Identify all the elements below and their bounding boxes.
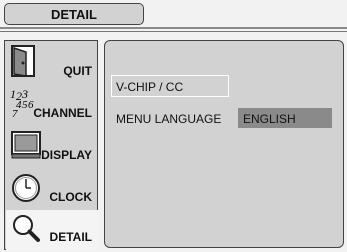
sidebar-item-clock[interactable]: CLOCK [6, 168, 98, 210]
vchip-cc-menu-item[interactable]: V-CHIP / CC [116, 80, 183, 94]
sidebar-item-label: CLOCK [49, 190, 92, 204]
divider [0, 31, 347, 32]
divider [0, 27, 347, 29]
page-title-tab: DETAIL [4, 3, 144, 25]
sidebar-item-label: CHANNEL [33, 106, 92, 120]
sidebar-item-display[interactable]: DISPLAY [6, 126, 98, 168]
sidebar-item-label: DETAIL [49, 230, 92, 244]
menu-language-label: MENU LANGUAGE [116, 112, 222, 126]
svg-text:7: 7 [12, 108, 18, 120]
page-title: DETAIL [51, 6, 97, 22]
tab-bar: DETAIL [0, 0, 347, 30]
sidebar-item-label: QUIT [63, 64, 92, 78]
door-icon [10, 44, 42, 83]
settings-panel [104, 40, 344, 248]
monitor-icon [10, 128, 44, 167]
sidebar-item-label: DISPLAY [41, 148, 92, 162]
sidebar-item-detail[interactable]: DETAIL [6, 210, 98, 250]
sidebar-item-quit[interactable]: QUIT [6, 42, 98, 84]
magnifier-icon [10, 212, 44, 251]
menu-language-value: ENGLISH [243, 112, 296, 126]
clock-icon [10, 170, 44, 209]
sidebar-item-channel[interactable]: 1 2 3 4 5 6 7 CHANNEL [6, 84, 98, 126]
